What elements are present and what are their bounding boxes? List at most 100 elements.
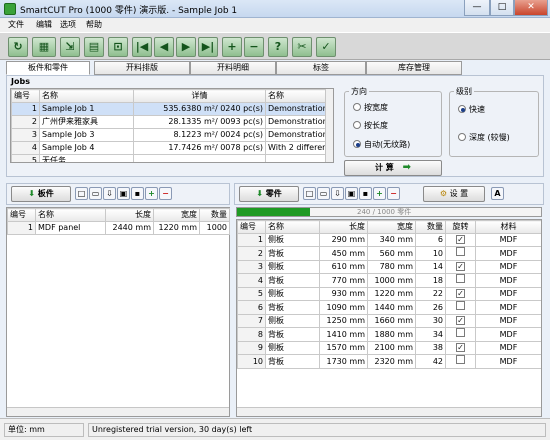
open-icon[interactable]: ▭ xyxy=(89,187,102,200)
tab-boards-parts[interactable]: 板件和零件 xyxy=(6,61,90,75)
rotate-checkbox-checked[interactable]: ✓ xyxy=(456,316,465,325)
col-header-length[interactable]: 长度 xyxy=(105,208,154,222)
tab-cut-list[interactable]: 开料明细 xyxy=(190,61,276,75)
radio-icon xyxy=(458,132,466,141)
remove-icon[interactable]: − xyxy=(159,187,172,200)
col-header-description[interactable]: 名称 xyxy=(265,89,328,103)
boards-button[interactable]: ⬇ 板件 xyxy=(11,186,71,202)
remove-icon[interactable]: − xyxy=(244,37,264,57)
level-option-fast[interactable]: 快速 xyxy=(458,104,485,115)
table-row[interactable]: 1 MDF panel 2440 mm 1220 mm 1000 xyxy=(7,221,230,235)
rotate-checkbox-checked[interactable]: ✓ xyxy=(456,262,465,271)
table-row[interactable]: 9 侧板 1570 mm 2100 mm 38 ✓ MDF xyxy=(237,341,541,355)
table-row[interactable]: 6 背板 1090 mm 1440 mm 26 MDF xyxy=(237,300,541,315)
add-icon[interactable]: + xyxy=(373,187,386,200)
rotate-checkbox[interactable] xyxy=(456,274,465,283)
refresh-icon[interactable]: ↻ xyxy=(8,37,28,57)
import-icon[interactable]: ⇩ xyxy=(331,187,344,200)
save-icon[interactable]: ▪ xyxy=(359,187,372,200)
rotate-checkbox-checked[interactable]: ✓ xyxy=(456,235,465,244)
rotate-checkbox[interactable] xyxy=(456,328,465,337)
minimize-button[interactable]: — xyxy=(464,0,490,16)
remove-icon[interactable]: − xyxy=(387,187,400,200)
list-icon[interactable]: ▤ xyxy=(84,37,104,57)
col-header-number[interactable]: 编号 xyxy=(7,208,36,222)
table-row[interactable]: 2 广州伊来雅家具 28.1335 m²/ 0093 pc(s) Demonst… xyxy=(11,115,328,129)
last-icon[interactable]: ▶| xyxy=(198,37,218,57)
table-row[interactable]: 3 侧板 610 mm 780 mm 14 ✓ MDF xyxy=(237,260,541,274)
close-button[interactable]: ✕ xyxy=(514,0,548,16)
table-row[interactable]: 7 侧板 1250 mm 1660 mm 30 ✓ MDF xyxy=(237,314,541,328)
table-row[interactable]: 1 Sample Job 1 535.6380 m²/ 0240 pc(s) D… xyxy=(11,102,328,116)
col-header-rotate[interactable]: 旋转 xyxy=(445,220,476,234)
col-header-detail[interactable]: 详情 xyxy=(133,89,266,103)
jobs-scrollbar[interactable] xyxy=(325,89,333,162)
table-row[interactable]: 5 侧板 930 mm 1220 mm 22 ✓ MDF xyxy=(237,287,541,301)
parts-button[interactable]: ⬇ 零件 xyxy=(239,186,299,202)
col-header-number[interactable]: 编号 xyxy=(11,89,40,103)
direction-option-auto[interactable]: 自动(无纹路) xyxy=(353,139,410,150)
rotate-checkbox-checked[interactable]: ✓ xyxy=(456,343,465,352)
col-header-width[interactable]: 宽度 xyxy=(367,220,416,234)
direction-option-length[interactable]: 按长度 xyxy=(353,120,388,131)
parts-horizontal-scrollbar[interactable] xyxy=(237,407,541,416)
menu-help[interactable]: 帮助 xyxy=(86,19,102,30)
rotate-checkbox[interactable] xyxy=(456,355,465,364)
cut-icon[interactable]: ✂ xyxy=(292,37,312,57)
level-option-deep[interactable]: 深度 (较慢) xyxy=(458,132,510,143)
new-icon[interactable]: □ xyxy=(75,187,88,200)
col-header-name[interactable]: 名称 xyxy=(35,208,106,222)
table-row[interactable]: 1 侧板 290 mm 340 mm 6 ✓ MDF xyxy=(237,233,541,247)
table-row[interactable]: 4 Sample Job 4 17.7426 m²/ 0078 pc(s) Wi… xyxy=(11,141,328,155)
col-header-name[interactable]: 名称 xyxy=(265,220,320,234)
image-icon[interactable]: ▣ xyxy=(345,187,358,200)
rotate-checkbox[interactable] xyxy=(456,247,465,256)
confirm-icon[interactable]: ✓ xyxy=(316,37,336,57)
jobs-legend: Jobs xyxy=(11,77,30,86)
layout-icon[interactable]: ⊡ xyxy=(108,37,128,57)
table-row[interactable]: 3 Sample Job 3 8.1223 m²/ 0024 pc(s) Dem… xyxy=(11,128,328,142)
col-header-quantity[interactable]: 数量 xyxy=(199,208,230,222)
table-row[interactable]: 2 背板 450 mm 560 mm 10 MDF xyxy=(237,246,541,261)
first-icon[interactable]: |◀ xyxy=(132,37,152,57)
direction-option-width[interactable]: 按宽度 xyxy=(353,102,388,113)
table-row[interactable]: 5 无任务 xyxy=(11,154,328,162)
unit-status: 单位: mm xyxy=(4,423,84,437)
table-row[interactable]: 8 背板 1410 mm 1880 mm 34 MDF xyxy=(237,327,541,342)
compute-button[interactable]: 计 算 ➡ xyxy=(344,160,442,176)
settings-button[interactable]: ⚙ 设 置 xyxy=(423,186,485,202)
font-icon[interactable]: A xyxy=(491,187,504,200)
table-row[interactable]: 4 背板 770 mm 1000 mm 18 MDF xyxy=(237,273,541,288)
save-icon[interactable]: ▪ xyxy=(131,187,144,200)
add-icon[interactable]: + xyxy=(222,37,242,57)
table-row[interactable]: 10 背板 1730 mm 2320 mm 42 MDF xyxy=(237,354,541,369)
col-header-length[interactable]: 长度 xyxy=(319,220,368,234)
previous-icon[interactable]: ◀ xyxy=(154,37,174,57)
menu-options[interactable]: 选项 xyxy=(60,19,76,30)
rotate-checkbox-checked[interactable]: ✓ xyxy=(456,289,465,298)
tab-labels[interactable]: 标签 xyxy=(276,61,366,75)
new-icon[interactable]: □ xyxy=(303,187,316,200)
toolbar: ↻ ▦ ⇲ ▤ ⊡ |◀ ◀ ▶ ▶| + − ? ✂ ✓ xyxy=(0,32,550,60)
direction-group: 方向 按宽度 按长度 自动(无纹路) xyxy=(344,86,442,157)
export-icon[interactable]: ⇲ xyxy=(60,37,80,57)
col-header-width[interactable]: 宽度 xyxy=(153,208,200,222)
col-header-name[interactable]: 名称 xyxy=(39,89,134,103)
col-header-material[interactable]: 材料 xyxy=(475,220,541,234)
col-header-number[interactable]: 编号 xyxy=(237,220,266,234)
boards-horizontal-scrollbar[interactable] xyxy=(7,407,229,416)
add-icon[interactable]: + xyxy=(145,187,158,200)
rotate-checkbox[interactable] xyxy=(456,301,465,310)
tab-inventory[interactable]: 库存管理 xyxy=(366,61,462,75)
menu-file[interactable]: 文件 xyxy=(8,19,24,30)
menu-edit[interactable]: 编辑 xyxy=(36,19,52,30)
tab-layout[interactable]: 开料排版 xyxy=(94,61,190,75)
open-icon[interactable]: ▭ xyxy=(317,187,330,200)
import-icon[interactable]: ⇩ xyxy=(103,187,116,200)
next-icon[interactable]: ▶ xyxy=(176,37,196,57)
col-header-quantity[interactable]: 数量 xyxy=(415,220,446,234)
help-icon[interactable]: ? xyxy=(268,37,288,57)
image-icon[interactable]: ▣ xyxy=(117,187,130,200)
maximize-button[interactable]: □ xyxy=(490,0,514,16)
grid-icon[interactable]: ▦ xyxy=(32,37,56,57)
